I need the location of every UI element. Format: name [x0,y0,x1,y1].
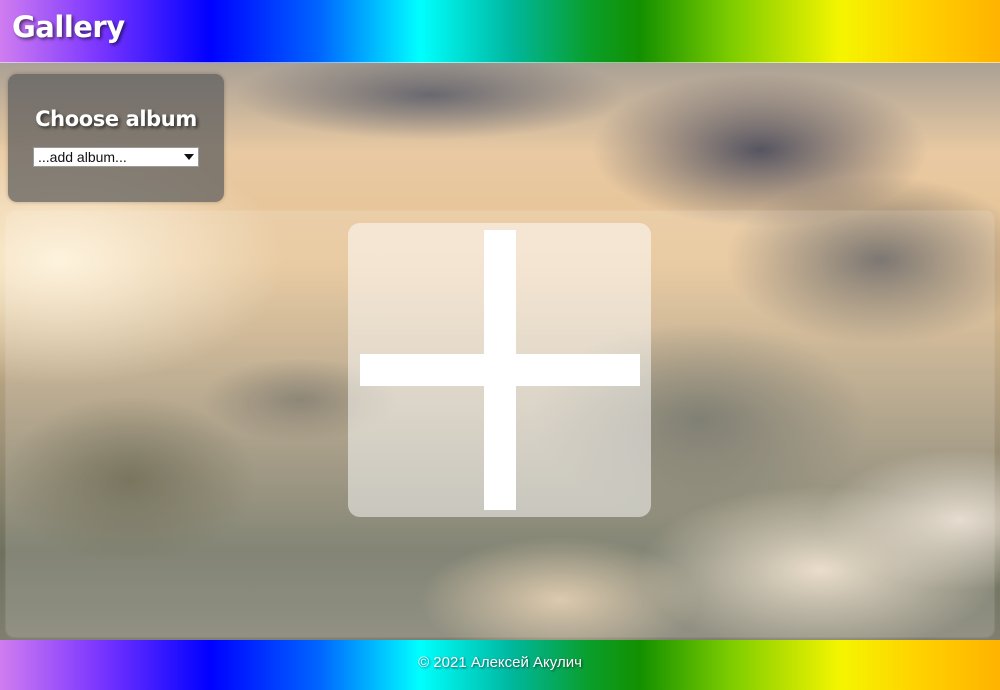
chevron-down-icon [184,154,194,160]
album-panel-title: Choose album [35,107,197,131]
header-bar: Gallery [0,0,1000,63]
page-title: Gallery [12,10,125,44]
footer-bar: © 2021 Алексей Акулич [0,640,1000,690]
album-panel: Choose album [8,74,224,202]
album-select-value: ...add album... [38,149,127,165]
album-select[interactable]: ...add album... [33,147,199,167]
copyright-text: © 2021 Алексей Акулич [418,654,582,671]
plus-icon-bar [360,354,640,386]
